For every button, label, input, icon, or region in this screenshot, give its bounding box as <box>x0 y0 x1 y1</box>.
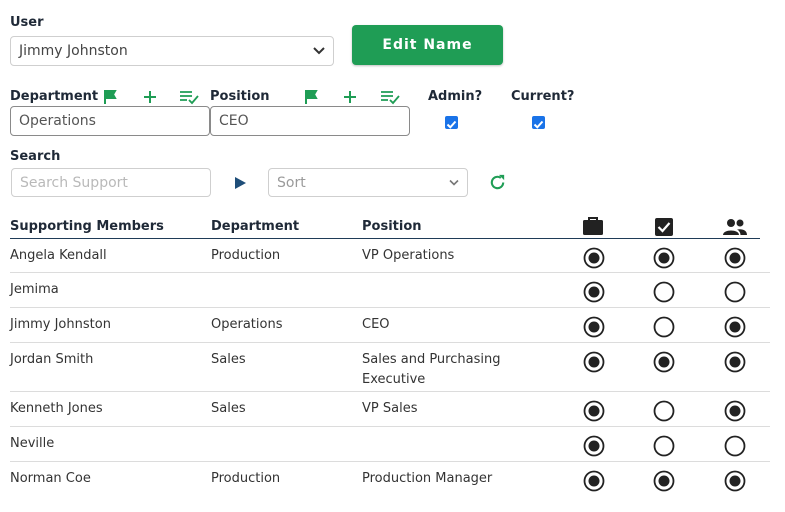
radio-admin[interactable] <box>653 351 675 373</box>
radio-role[interactable] <box>583 400 605 422</box>
member-position: VP Sales <box>362 401 418 416</box>
table-row[interactable]: Norman Coe Production Production Manager <box>10 462 770 497</box>
checkbox-icon <box>655 218 673 236</box>
flag-icon[interactable] <box>303 89 319 105</box>
department-value: Operations <box>19 113 96 129</box>
radio-admin[interactable] <box>653 470 675 492</box>
sort-placeholder: Sort <box>277 174 306 191</box>
member-department: Production <box>211 471 281 486</box>
department-label: Department <box>10 89 99 104</box>
radio-admin[interactable] <box>653 247 675 269</box>
flag-icon[interactable] <box>102 89 118 105</box>
list-check-icon[interactable] <box>179 89 200 105</box>
table-row[interactable]: Neville <box>10 427 770 462</box>
plus-icon[interactable] <box>142 89 158 105</box>
member-position: CEO <box>362 317 390 332</box>
department-field[interactable]: Operations <box>10 106 210 136</box>
member-department: Sales <box>211 352 246 367</box>
radio-role[interactable] <box>583 435 605 457</box>
radio-current[interactable] <box>724 470 746 492</box>
table-row[interactable]: Jordan Smith Sales Sales and Purchasing Ex… <box>10 343 770 392</box>
refresh-icon[interactable] <box>488 173 507 192</box>
member-name: Jemima <box>10 282 59 297</box>
member-name: Jimmy Johnston <box>10 317 111 332</box>
member-name: Neville <box>10 436 55 451</box>
table-row[interactable]: Kenneth Jones Sales VP Sales <box>10 392 770 427</box>
user-label: User <box>10 15 44 30</box>
radio-admin[interactable] <box>653 400 675 422</box>
briefcase-icon <box>583 217 603 235</box>
member-department: Production <box>211 248 281 263</box>
radio-current[interactable] <box>724 435 746 457</box>
current-checkbox[interactable] <box>532 116 545 129</box>
radio-admin[interactable] <box>653 316 675 338</box>
user-select-value: Jimmy Johnston <box>19 43 128 59</box>
position-label: Position <box>210 89 270 104</box>
people-icon <box>723 219 747 235</box>
search-input[interactable]: Search Support <box>11 168 211 197</box>
list-check-icon[interactable] <box>380 89 401 105</box>
header-position: Position <box>362 219 422 234</box>
play-icon[interactable] <box>234 176 247 190</box>
radio-role[interactable] <box>583 316 605 338</box>
search-label: Search <box>10 149 61 164</box>
chevron-down-icon <box>449 179 459 186</box>
radio-current[interactable] <box>724 247 746 269</box>
table-row[interactable]: Jemima <box>10 273 770 308</box>
member-name: Norman Coe <box>10 471 91 486</box>
member-name: Kenneth Jones <box>10 401 103 416</box>
admin-checkbox[interactable] <box>445 116 458 129</box>
radio-current[interactable] <box>724 281 746 303</box>
plus-icon[interactable] <box>342 89 358 105</box>
header-supporting-members: Supporting Members <box>10 219 164 234</box>
position-field[interactable]: CEO <box>210 106 410 136</box>
radio-admin[interactable] <box>653 281 675 303</box>
checkmark-icon <box>533 120 544 129</box>
user-select[interactable]: Jimmy Johnston <box>10 36 334 66</box>
radio-role[interactable] <box>583 470 605 492</box>
radio-current[interactable] <box>724 351 746 373</box>
radio-current[interactable] <box>724 316 746 338</box>
search-placeholder: Search Support <box>20 174 128 191</box>
member-department: Sales <box>211 401 246 416</box>
radio-role[interactable] <box>583 281 605 303</box>
radio-role[interactable] <box>583 351 605 373</box>
chevron-down-icon <box>313 47 325 55</box>
member-department: Operations <box>211 317 283 332</box>
edit-name-button[interactable]: Edit Name <box>352 25 503 65</box>
position-value: CEO <box>219 113 249 129</box>
member-position: Production Manager <box>362 471 493 486</box>
table-row[interactable]: Jimmy Johnston Operations CEO <box>10 308 770 343</box>
admin-label: Admin? <box>428 89 483 104</box>
checkmark-icon <box>446 120 457 129</box>
sort-select[interactable]: Sort <box>268 168 468 197</box>
table-row[interactable]: Angela Kendall Production VP Operations <box>10 239 770 273</box>
radio-role[interactable] <box>583 247 605 269</box>
member-name: Angela Kendall <box>10 248 107 263</box>
member-name: Jordan Smith <box>10 352 94 367</box>
radio-current[interactable] <box>724 400 746 422</box>
current-label: Current? <box>511 89 575 104</box>
header-department: Department <box>211 219 300 234</box>
member-position: Sales and Purchasing Executive <box>362 352 501 387</box>
radio-admin[interactable] <box>653 435 675 457</box>
member-position: VP Operations <box>362 248 455 263</box>
